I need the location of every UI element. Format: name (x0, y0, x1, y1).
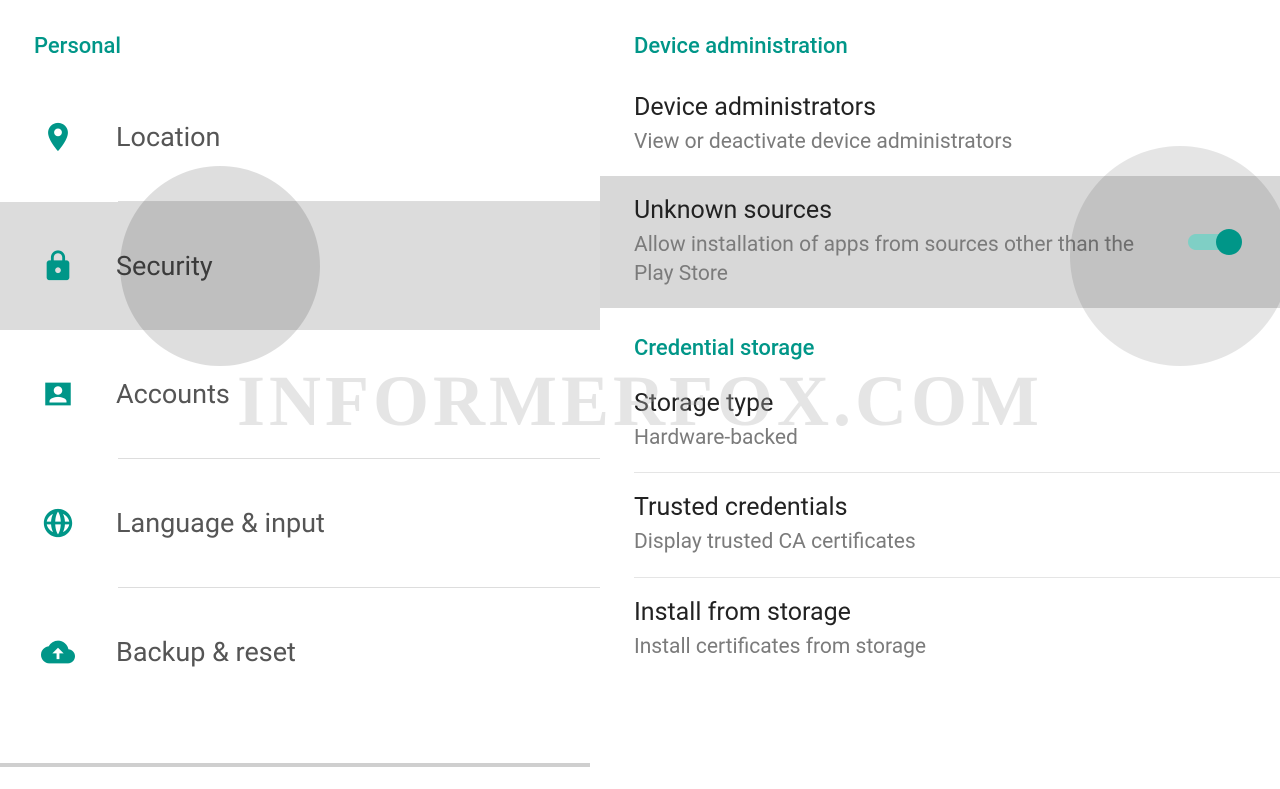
setting-title: Install from storage (634, 598, 1246, 627)
setting-subtitle: View or deactivate device administrators (634, 128, 1246, 156)
section-header-personal: Personal (0, 0, 600, 73)
nav-item-security[interactable]: Security (0, 202, 600, 330)
nav-label-accounts: Accounts (116, 378, 230, 410)
nav-item-backup-reset[interactable]: Backup & reset (0, 588, 600, 716)
nav-label-location: Location (116, 121, 220, 153)
cloud-up-icon (0, 635, 116, 669)
setting-unknown-sources[interactable]: Unknown sources Allow installation of ap… (600, 176, 1280, 308)
setting-subtitle: Install certificates from storage (634, 633, 1246, 661)
setting-subtitle: Display trusted CA certificates (634, 528, 1246, 556)
nav-label-language: Language & input (116, 507, 325, 539)
person-icon (0, 377, 116, 411)
setting-title: Unknown sources (634, 196, 1160, 225)
setting-trusted-credentials[interactable]: Trusted credentials Display trusted CA c… (600, 473, 1280, 576)
setting-subtitle: Allow installation of apps from sources … (634, 231, 1160, 288)
setting-install-from-storage[interactable]: Install from storage Install certificate… (600, 578, 1280, 681)
setting-title: Storage type (634, 389, 1246, 418)
setting-title: Device administrators (634, 93, 1246, 122)
globe-icon (0, 506, 116, 540)
setting-device-administrators[interactable]: Device administrators View or deactivate… (600, 73, 1280, 176)
nav-item-location[interactable]: Location (0, 73, 600, 201)
section-header-device-admin: Device administration (600, 0, 1280, 73)
nav-item-language-input[interactable]: Language & input (0, 459, 600, 587)
bottom-divider-bar (0, 763, 590, 767)
nav-item-accounts[interactable]: Accounts (0, 330, 600, 458)
nav-label-backup: Backup & reset (116, 636, 296, 668)
section-header-credential-storage: Credential storage (600, 308, 1280, 369)
nav-label-security: Security (116, 250, 213, 282)
toggle-thumb (1216, 229, 1242, 255)
lock-icon (0, 249, 116, 283)
setting-storage-type[interactable]: Storage type Hardware-backed (600, 369, 1280, 472)
location-icon (0, 120, 116, 154)
setting-title: Trusted credentials (634, 493, 1246, 522)
toggle-unknown-sources[interactable] (1188, 228, 1238, 256)
settings-right-pane: Device administration Device administrat… (600, 0, 1280, 789)
settings-left-pane: Personal Location Security Accounts (0, 0, 600, 789)
setting-subtitle: Hardware-backed (634, 424, 1246, 452)
